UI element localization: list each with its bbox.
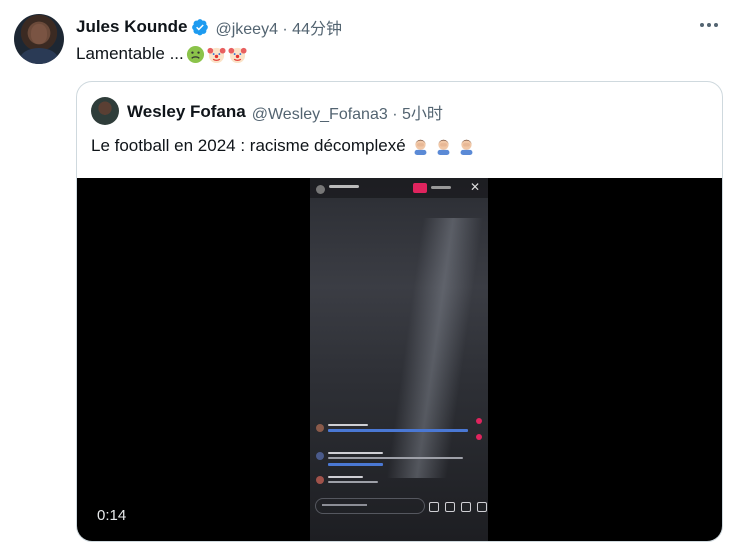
streamer-avatar bbox=[316, 185, 325, 194]
verified-badge-icon bbox=[192, 19, 209, 36]
light-streak bbox=[386, 218, 484, 478]
dot bbox=[714, 23, 718, 27]
tweet-header: Jules Kounde @jkeey4 · 44分钟 bbox=[76, 15, 342, 39]
clown-face-emoji-icon bbox=[228, 47, 247, 63]
live-comment bbox=[316, 476, 476, 486]
commenter-avatar bbox=[316, 452, 324, 460]
close-icon: ✕ bbox=[470, 180, 481, 194]
tweet-body: Lamentable ... bbox=[76, 44, 247, 64]
live-comment bbox=[316, 452, 476, 462]
avatar-face bbox=[31, 24, 47, 44]
comment-line bbox=[328, 481, 378, 483]
quoted-author-handle-time[interactable]: @Wesley_Fofana3 · 5小时 bbox=[252, 100, 443, 124]
nauseated-face-emoji-icon bbox=[186, 45, 204, 63]
video-frame-phone-screen: ✕ bbox=[310, 178, 488, 541]
quoted-author-name[interactable]: Wesley Fofana bbox=[127, 102, 246, 122]
live-badge bbox=[413, 183, 427, 193]
man-facepalming-emoji-icon bbox=[460, 139, 473, 155]
quoted-tweet-card[interactable]: Wesley Fofana @Wesley_Fofana3 · 5小时 Le f… bbox=[76, 81, 723, 542]
author-name[interactable]: Jules Kounde bbox=[76, 17, 187, 37]
dot bbox=[707, 23, 711, 27]
tweet-text: Lamentable ... bbox=[76, 44, 184, 63]
video-timecode: 0:14 bbox=[97, 507, 127, 524]
embedded-video-player[interactable]: ✕ 0:14 bbox=[77, 178, 722, 541]
man-facepalming-emoji-icon bbox=[414, 139, 427, 155]
quoted-author-avatar[interactable] bbox=[91, 97, 119, 125]
more-options-icon[interactable] bbox=[698, 14, 720, 36]
comment-input bbox=[315, 498, 425, 514]
heart-reaction-icon bbox=[476, 418, 482, 424]
tweet-author-avatar[interactable] bbox=[14, 14, 64, 64]
heart-reaction-icon bbox=[476, 434, 482, 440]
quoted-tweet-body: Le football en 2024 : racisme décomplexé bbox=[91, 136, 475, 156]
comment-emoji-line bbox=[328, 429, 468, 432]
stream-action-icons bbox=[429, 502, 487, 512]
action-icon bbox=[445, 502, 455, 512]
man-facepalming-emoji-icon bbox=[437, 139, 450, 155]
live-comment bbox=[316, 463, 476, 473]
commenter-avatar bbox=[316, 476, 324, 484]
comment-emoji-line bbox=[328, 463, 383, 466]
avatar-shirt bbox=[20, 48, 58, 64]
live-stream-topbar: ✕ bbox=[310, 178, 488, 198]
action-icon bbox=[461, 502, 471, 512]
quoted-tweet-text: Le football en 2024 : racisme décomplexé bbox=[91, 136, 406, 155]
comment-input-placeholder-line bbox=[322, 504, 367, 506]
author-handle-time[interactable]: @jkeey4 · 44分钟 bbox=[215, 15, 342, 39]
dot bbox=[700, 23, 704, 27]
quoted-tweet-header: Wesley Fofana @Wesley_Fofana3 · 5小时 bbox=[127, 100, 443, 124]
viewer-count-line bbox=[431, 186, 451, 189]
clown-face-emoji-icon bbox=[207, 47, 226, 63]
streamer-name-line bbox=[329, 185, 359, 188]
comment-line bbox=[328, 424, 368, 426]
comment-line bbox=[328, 476, 363, 478]
action-icon bbox=[429, 502, 439, 512]
action-icon bbox=[477, 502, 487, 512]
live-comment bbox=[316, 424, 476, 434]
comment-line bbox=[328, 457, 463, 459]
commenter-avatar bbox=[316, 424, 324, 432]
comment-line bbox=[328, 452, 383, 454]
